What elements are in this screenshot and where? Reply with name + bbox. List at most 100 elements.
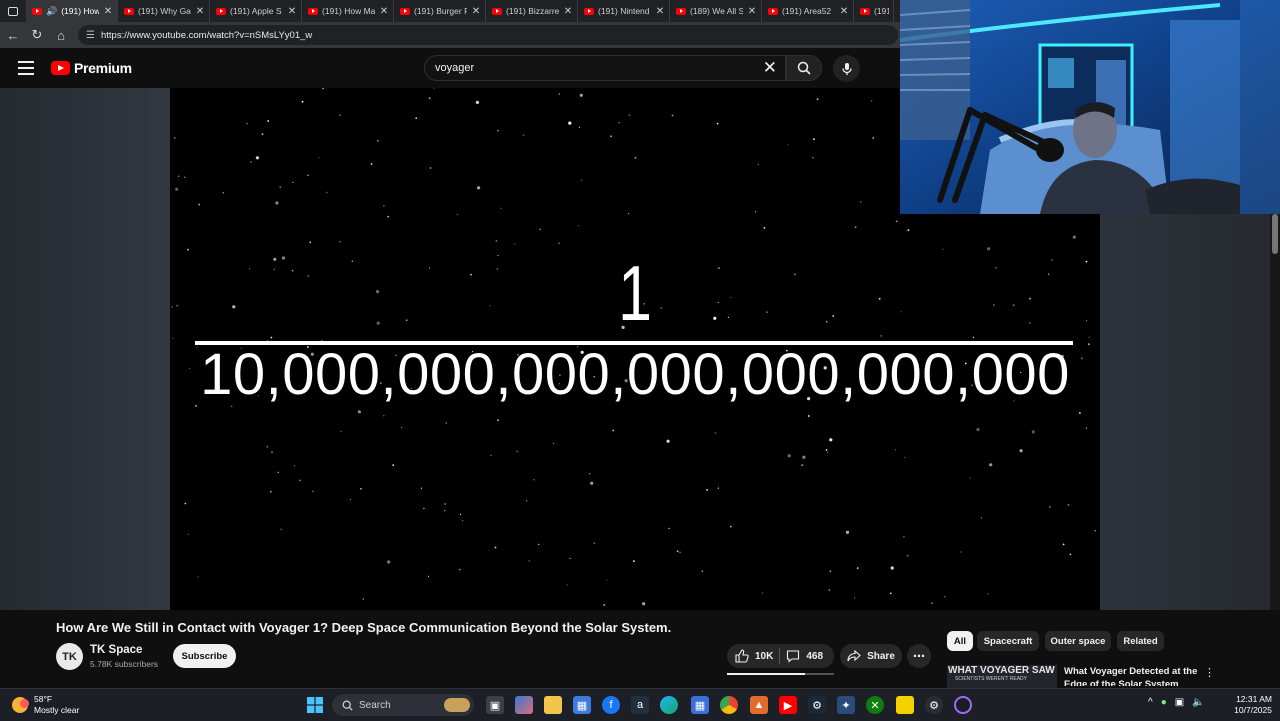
- recommendation-title[interactable]: What Voyager Detected at the Edge of the…: [1064, 666, 1204, 686]
- close-tab-icon[interactable]: ✕: [655, 6, 665, 17]
- back-icon[interactable]: ←: [4, 26, 22, 44]
- calculator-icon[interactable]: ▦: [691, 696, 709, 714]
- facebook-icon[interactable]: f: [602, 696, 620, 714]
- browser-tab[interactable]: (191) Area52 ✕: [762, 0, 854, 22]
- taskbar-clock[interactable]: 12:31 AM 10/7/2025: [1224, 694, 1272, 716]
- video-frame-numerator: 1: [618, 249, 652, 337]
- url-text: https://www.youtube.com/watch?v=nSMsLYy0…: [100, 29, 313, 41]
- like-ratio-bar: [727, 673, 834, 675]
- more-actions-button[interactable]: ⋯: [907, 644, 931, 668]
- browser-tab[interactable]: (191) Nintend ✕: [578, 0, 670, 22]
- weather-widget[interactable]: 58°F Mostly clear: [12, 694, 79, 716]
- chip-outer-space[interactable]: Outer space: [1045, 631, 1111, 651]
- thumbnail-headline: WHAT VOYAGER SAW: [948, 665, 1055, 676]
- url-field[interactable]: ☰ https://www.youtube.com/watch?v=nSMsLY…: [78, 25, 898, 45]
- close-tab-icon[interactable]: ✕: [563, 6, 573, 17]
- browser-tab[interactable]: (189) We All S ✕: [670, 0, 762, 22]
- browser-tab[interactable]: (191): [854, 0, 894, 22]
- close-tab-icon[interactable]: ✕: [103, 6, 113, 17]
- like-divider: [779, 648, 781, 664]
- browser-tab-title: (191) Why Ga: [138, 6, 191, 16]
- reload-icon[interactable]: ↻: [28, 26, 46, 44]
- browser-tab-title: (191) Nintend: [598, 6, 650, 16]
- close-tab-icon[interactable]: ✕: [379, 6, 389, 17]
- comments-button[interactable]: 468: [786, 649, 823, 663]
- youtube-app-icon[interactable]: ▶: [779, 696, 797, 714]
- browser-tab[interactable]: (191) Bizzarre ✕: [486, 0, 578, 22]
- ambient-right: [1100, 214, 1270, 610]
- chrome-icon[interactable]: [720, 696, 738, 714]
- browser-tab-title: (191) How: [61, 6, 99, 16]
- copilot-icon[interactable]: [515, 696, 533, 714]
- network-icon[interactable]: ▣: [1175, 697, 1184, 708]
- browser-tab[interactable]: 🔊 (191) How ✕: [26, 0, 118, 22]
- app-icon[interactable]: ✦: [837, 696, 855, 714]
- clock-date: 10/7/2025: [1234, 705, 1272, 715]
- start-icon[interactable]: [306, 696, 324, 714]
- like-button[interactable]: 10K: [727, 649, 773, 663]
- clock-time: 12:31 AM: [1236, 694, 1272, 704]
- youtube-favicon-icon: [216, 7, 226, 15]
- close-tab-icon[interactable]: ✕: [287, 6, 297, 17]
- chip-all[interactable]: All: [947, 631, 973, 651]
- scrollbar-thumb[interactable]: [1272, 214, 1278, 254]
- tab-audio-icon[interactable]: 🔊: [46, 6, 57, 17]
- vlc-icon[interactable]: ▲: [750, 696, 768, 714]
- weather-icon: [12, 697, 29, 713]
- close-tab-icon[interactable]: ✕: [839, 6, 849, 17]
- chip-spacecraft[interactable]: Spacecraft: [977, 631, 1039, 651]
- menu-icon[interactable]: [18, 61, 34, 75]
- file-explorer-icon[interactable]: [544, 696, 562, 714]
- obs-icon[interactable]: [954, 696, 972, 714]
- thumbs-up-icon: [735, 649, 749, 663]
- youtube-favicon-icon: [32, 7, 42, 15]
- microsoft-store-icon[interactable]: ▦: [573, 696, 591, 714]
- youtube-logo[interactable]: Premium: [51, 60, 132, 76]
- close-tab-icon[interactable]: ✕: [195, 6, 205, 17]
- settings-icon[interactable]: ⚙: [925, 696, 943, 714]
- youtube-favicon-icon: [584, 7, 594, 15]
- taskbar-search-label: Search: [359, 699, 391, 711]
- steam-icon[interactable]: ⚙: [808, 696, 826, 714]
- browser-tab[interactable]: (191) Burger P ✕: [394, 0, 486, 22]
- tray-overflow-icon[interactable]: ^: [1148, 697, 1153, 708]
- browser-tab[interactable]: (191) Why Ga ✕: [118, 0, 210, 22]
- channel-name[interactable]: TK Space: [90, 644, 142, 656]
- more-horizontal-icon: ⋯: [913, 649, 925, 663]
- home-icon[interactable]: ⌂: [52, 26, 70, 44]
- close-tab-icon[interactable]: ✕: [747, 6, 757, 17]
- tray-app-icon[interactable]: ●: [1161, 697, 1167, 708]
- recommendation-menu-icon[interactable]: ⋮: [1204, 666, 1215, 679]
- youtube-header: Premium voyager ✕: [0, 48, 900, 88]
- close-tab-icon[interactable]: ✕: [471, 6, 481, 17]
- browser-tab-title: (191): [874, 6, 889, 16]
- browser-tab-title: (191) Apple S: [230, 6, 282, 16]
- volume-icon[interactable]: 🔈: [1192, 697, 1204, 708]
- channel-avatar[interactable]: TK: [56, 643, 83, 670]
- amazon-icon[interactable]: a: [631, 696, 649, 714]
- search-input[interactable]: voyager ✕: [424, 55, 786, 81]
- youtube-play-icon: [51, 61, 70, 75]
- task-view-icon[interactable]: ▣: [486, 696, 504, 714]
- clear-search-icon[interactable]: ✕: [763, 59, 777, 77]
- browser-tab[interactable]: (191) Apple S ✕: [210, 0, 302, 22]
- share-button[interactable]: Share: [840, 644, 902, 668]
- tab-search-icon[interactable]: [0, 0, 26, 22]
- voice-search-button[interactable]: [833, 55, 860, 82]
- recommendation-thumbnail[interactable]: WHAT VOYAGER SAW SCIENTISTS WEREN'T READ…: [947, 665, 1057, 688]
- search-button[interactable]: [786, 55, 822, 81]
- sticky-notes-icon[interactable]: [896, 696, 914, 714]
- browser-tab-title: (191) Bizzarre: [506, 6, 559, 16]
- site-info-icon[interactable]: ☰: [86, 30, 95, 41]
- browser-tab[interactable]: (191) How Ma ✕: [302, 0, 394, 22]
- taskbar-search[interactable]: Search: [332, 694, 474, 716]
- search-highlight-icon: [444, 698, 470, 712]
- subscribe-button[interactable]: Subscribe: [173, 644, 236, 668]
- youtube-favicon-icon: [768, 7, 778, 15]
- weather-temp: 58°F: [34, 694, 53, 704]
- video-title: How Are We Still in Contact with Voyager…: [56, 620, 672, 635]
- youtube-favicon-icon: [308, 7, 318, 15]
- edge-icon[interactable]: [660, 696, 678, 714]
- xbox-icon[interactable]: ✕: [866, 696, 884, 714]
- chip-related[interactable]: Related: [1117, 631, 1164, 651]
